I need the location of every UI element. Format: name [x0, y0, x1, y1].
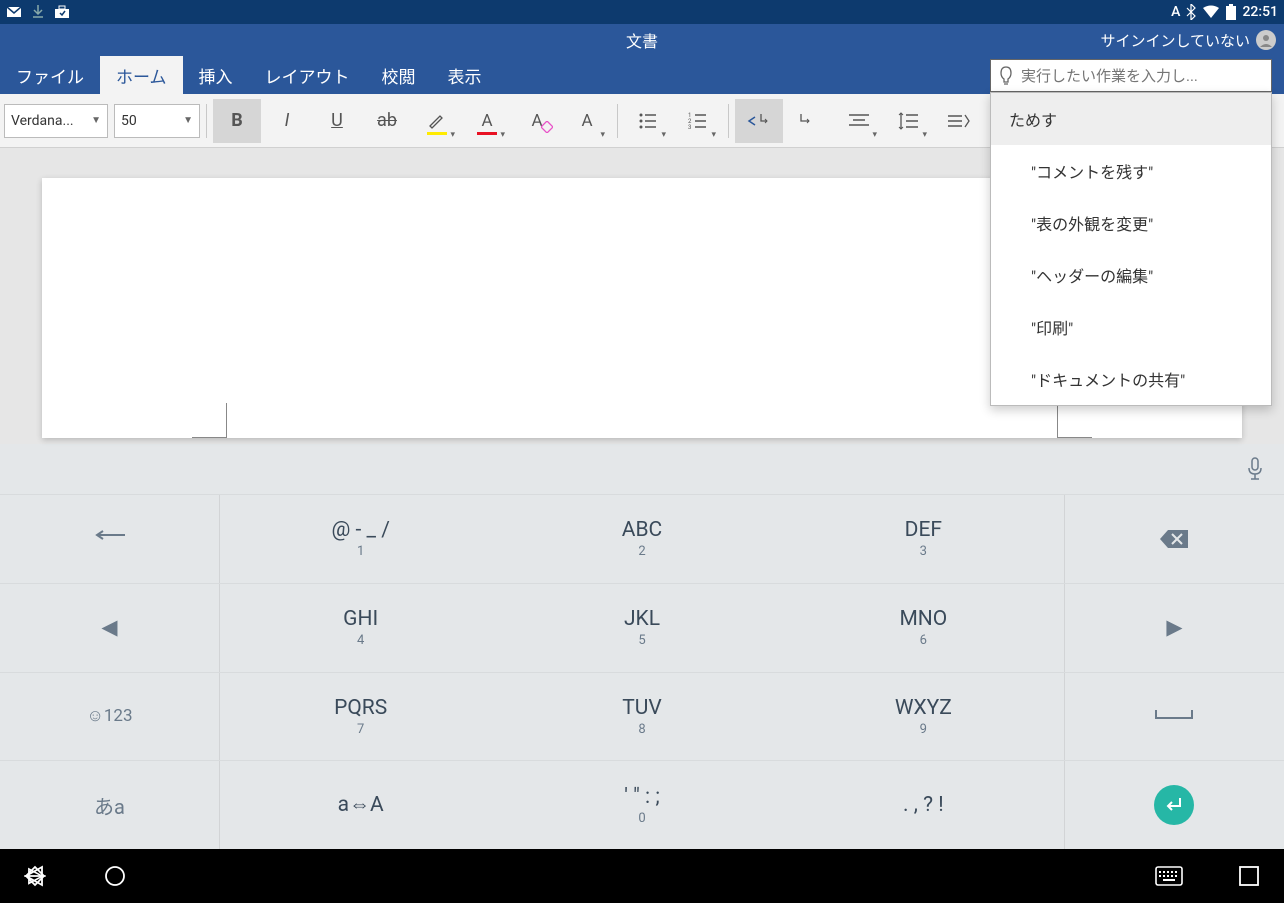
increase-indent-button[interactable]	[785, 99, 833, 143]
mail-icon	[6, 5, 22, 19]
tab-layout[interactable]: レイアウト	[249, 56, 366, 94]
lightbulb-icon	[997, 65, 1015, 87]
font-name-value: Verdana...	[11, 113, 74, 129]
nav-keyboard-icon[interactable]	[1154, 861, 1184, 891]
avatar-icon	[1256, 30, 1276, 50]
tab-file[interactable]: ファイル	[0, 56, 100, 94]
tellme-item-0[interactable]: "コメントを残す"	[991, 145, 1271, 197]
svg-text:3: 3	[688, 124, 691, 130]
line-spacing-button[interactable]	[885, 99, 933, 143]
tellme-input[interactable]	[1021, 67, 1265, 85]
key-5[interactable]: JKL5	[501, 584, 782, 672]
mic-icon[interactable]	[1246, 456, 1264, 482]
font-size-select[interactable]: 50 ▼	[114, 104, 200, 138]
input-mode-indicator: A	[1171, 4, 1180, 20]
key-case-toggle[interactable]: a⇔A	[220, 761, 501, 849]
tellme-search: ためす "コメントを残す" "表の外観を変更" "ヘッダーの編集" "印刷" "…	[990, 59, 1272, 406]
font-size-value: 50	[121, 113, 137, 129]
clock-text: 22:51	[1242, 4, 1278, 20]
key-left[interactable]: ◀	[0, 584, 220, 672]
briefcase-icon	[54, 5, 70, 19]
battery-icon	[1226, 4, 1236, 20]
show-marks-button[interactable]	[935, 99, 983, 143]
key-right[interactable]: ▶	[1064, 584, 1284, 672]
tellme-item-3[interactable]: "印刷"	[991, 301, 1271, 353]
key-3[interactable]: DEF3	[783, 495, 1064, 583]
download-icon	[32, 5, 44, 19]
italic-button[interactable]: I	[263, 99, 311, 143]
key-7[interactable]: PQRS7	[220, 673, 501, 761]
numbering-button[interactable]: 123	[674, 99, 722, 143]
strikethrough-button[interactable]: ab	[363, 99, 411, 143]
tellme-item-4[interactable]: "ドキュメントの共有"	[991, 353, 1271, 405]
tab-view[interactable]: 表示	[432, 56, 498, 94]
key-4[interactable]: GHI4	[220, 584, 501, 672]
tellme-suggestion-menu: ためす "コメントを残す" "表の外観を変更" "ヘッダーの編集" "印刷" "…	[990, 92, 1272, 406]
change-case-button[interactable]: A	[563, 99, 611, 143]
font-name-select[interactable]: Verdana... ▼	[4, 104, 108, 138]
title-bar: 文書 サインインしていない	[0, 24, 1284, 56]
onscreen-keyboard: @ - _ /1 ABC2 DEF3 ◀ GHI4 JKL5 MNO6 ▶ ☺1…	[0, 494, 1284, 849]
bluetooth-icon	[1186, 4, 1196, 20]
keyboard-suggestion-strip	[0, 444, 1284, 494]
key-emoji-123[interactable]: ☺123	[0, 673, 220, 761]
key-undo[interactable]	[0, 495, 220, 583]
key-9[interactable]: WXYZ9	[783, 673, 1064, 761]
decrease-indent-button[interactable]	[735, 99, 783, 143]
key-backspace[interactable]	[1064, 495, 1284, 583]
key-space[interactable]	[1064, 673, 1284, 761]
key-2[interactable]: ABC2	[501, 495, 782, 583]
key-0[interactable]: ' " : ;0	[501, 761, 782, 849]
align-button[interactable]	[835, 99, 883, 143]
wifi-icon	[1202, 5, 1220, 19]
tab-review[interactable]: 校閲	[366, 56, 432, 94]
nav-home-icon[interactable]	[100, 861, 130, 891]
tellme-input-box[interactable]	[990, 59, 1272, 92]
font-color-button[interactable]: A	[463, 99, 511, 143]
nav-recents-icon[interactable]	[1234, 861, 1264, 891]
underline-button[interactable]: U	[313, 99, 361, 143]
bold-button[interactable]: B	[213, 99, 261, 143]
signin-label: サインインしていない	[1100, 30, 1250, 51]
key-language[interactable]: あa	[0, 761, 220, 849]
signin-status[interactable]: サインインしていない	[1100, 30, 1276, 51]
key-punct[interactable]: . , ? !	[783, 761, 1064, 849]
tellme-item-2[interactable]: "ヘッダーの編集"	[991, 249, 1271, 301]
key-6[interactable]: MNO6	[783, 584, 1064, 672]
clear-format-button[interactable]: A	[513, 99, 561, 143]
key-8[interactable]: TUV8	[501, 673, 782, 761]
document-title: 文書	[626, 28, 658, 52]
highlight-button[interactable]	[413, 99, 461, 143]
tellme-try-label: ためす	[991, 93, 1271, 145]
android-nav-bar	[0, 849, 1284, 903]
tab-home[interactable]: ホーム	[100, 56, 183, 94]
key-1[interactable]: @ - _ /1	[220, 495, 501, 583]
android-status-bar: A 22:51	[0, 0, 1284, 24]
nav-back-icon[interactable]	[20, 861, 50, 891]
tab-insert[interactable]: 挿入	[183, 56, 249, 94]
key-enter[interactable]	[1064, 761, 1284, 849]
bullets-button[interactable]	[624, 99, 672, 143]
tellme-item-1[interactable]: "表の外観を変更"	[991, 197, 1271, 249]
